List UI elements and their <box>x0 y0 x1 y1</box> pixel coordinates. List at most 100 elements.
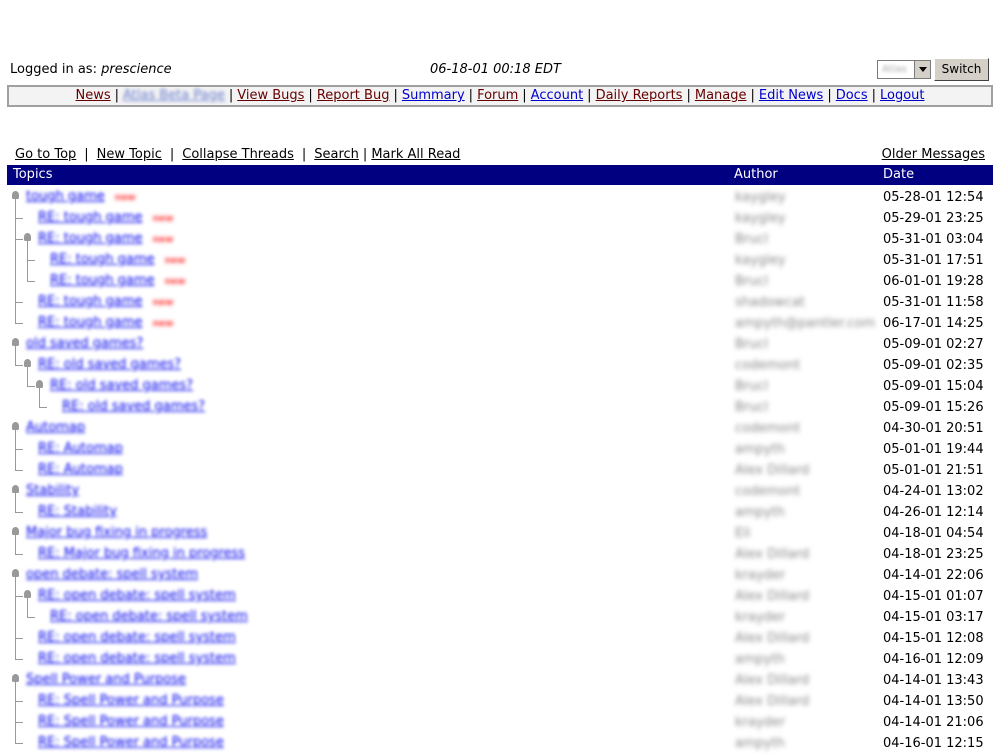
nav-link-atlas-beta-page[interactable]: Atlas Beta Page <box>123 88 225 103</box>
topic-link[interactable]: RE: tough game new <box>38 315 173 330</box>
thread-line <box>15 345 16 355</box>
topic-link[interactable]: RE: old saved games? <box>50 378 193 393</box>
topic-link[interactable]: RE: open debate: spell system <box>38 588 236 603</box>
topic-link[interactable]: RE: tough game new <box>50 252 185 267</box>
topic-link[interactable]: tough game new <box>26 189 136 204</box>
nav-link-forum[interactable]: Forum <box>477 88 518 103</box>
collapse-threads-link[interactable]: Collapse Threads <box>182 147 294 162</box>
nav-separator: | <box>686 88 691 103</box>
nav-link-view-bugs[interactable]: View Bugs <box>237 88 304 103</box>
topic-link[interactable]: RE: Automap <box>38 462 123 477</box>
author-name: kaygley <box>735 211 786 226</box>
thread-row: Major bug fixing in progress Eli 04-18-01 … <box>0 523 1004 544</box>
topic-link[interactable]: Major bug fixing in progress <box>26 525 207 540</box>
thread-line <box>15 607 16 628</box>
post-date: 05-31-01 11:58 <box>883 295 984 310</box>
topic-link[interactable]: RE: Spell Power and Purpose <box>38 714 224 729</box>
post-date: 04-14-01 21:06 <box>883 715 984 730</box>
topic-link[interactable]: Stability <box>26 483 79 498</box>
thread-line <box>15 534 16 544</box>
topic-link[interactable]: RE: tough game new <box>38 294 173 309</box>
topic-link[interactable]: RE: tough game new <box>50 273 185 288</box>
new-badge: new <box>164 277 186 287</box>
nav-link-report-bug[interactable]: Report Bug <box>317 88 390 103</box>
topic-title: RE: Automap <box>38 462 123 477</box>
author-name: ampyth <box>735 505 785 520</box>
thread-line <box>15 492 16 502</box>
topic-link[interactable]: old saved games? <box>26 336 143 351</box>
post-date: 05-01-01 21:51 <box>883 463 984 478</box>
post-date: 04-15-01 01:07 <box>883 589 984 604</box>
nav-link-logout[interactable]: Logout <box>880 88 925 103</box>
author-name: ampyth <box>735 652 785 667</box>
thread-line <box>27 597 28 607</box>
author-name: Brucl <box>735 400 769 415</box>
switch-button[interactable]: Switch <box>934 58 989 81</box>
topic-link[interactable]: RE: old saved games? <box>62 399 205 414</box>
nav-link-daily-reports[interactable]: Daily Reports <box>596 88 683 103</box>
thread-branch-line <box>15 512 23 513</box>
nav-link-summary[interactable]: Summary <box>402 88 465 103</box>
thread-row: RE: tough game new ampyth@pantler.com 06-17… <box>0 313 1004 334</box>
nav-link-manage[interactable]: Manage <box>695 88 747 103</box>
thread-row: Spell Power and Purpose Alex Dillard 04-14… <box>0 670 1004 691</box>
topic-title: Spell Power and Purpose <box>26 672 187 687</box>
topic-title: RE: tough game <box>38 315 143 330</box>
thread-branch-line <box>15 470 23 471</box>
nav-separator: | <box>750 88 755 103</box>
topic-link[interactable]: RE: Spell Power and Purpose <box>38 735 224 750</box>
project-select[interactable]: Atlas <box>877 60 931 79</box>
nav-link-account[interactable]: Account <box>531 88 584 103</box>
mark-all-read-link[interactable]: Mark All Read <box>371 147 460 162</box>
new-topic-link[interactable]: New Topic <box>97 147 162 162</box>
topic-link[interactable]: RE: old saved games? <box>38 357 181 372</box>
thread-branch-line <box>15 554 23 555</box>
thread-branch-line <box>27 260 35 261</box>
topics-column-header: Topics <box>13 167 53 182</box>
new-badge: new <box>152 214 174 224</box>
older-messages-link[interactable]: Older Messages <box>882 147 985 162</box>
topic-link[interactable]: RE: tough game new <box>38 231 173 246</box>
thread-row: open debate: spell system krayder 04-14-01… <box>0 565 1004 586</box>
new-badge: new <box>114 193 136 203</box>
thread-row: RE: tough game new shadowcat 05-31-01 11:58 <box>0 292 1004 313</box>
author-name: Alex Dillard <box>735 589 810 604</box>
author-name: Alex Dillard <box>735 463 810 478</box>
thread-line <box>39 387 40 397</box>
thread-row: RE: open debate: spell system ampyth 04-16… <box>0 649 1004 670</box>
thread-row: Automap codemont 04-30-01 20:51 <box>0 418 1004 439</box>
nav-link-news[interactable]: News <box>75 88 110 103</box>
topic-link[interactable]: RE: Stability <box>38 504 117 519</box>
nav-separator: | <box>393 88 398 103</box>
nav-link-docs[interactable]: Docs <box>836 88 868 103</box>
topic-link[interactable]: RE: open debate: spell system <box>50 609 248 624</box>
topic-title: RE: tough game <box>50 273 155 288</box>
topic-link[interactable]: RE: open debate: spell system <box>38 630 236 645</box>
thread-branch-line <box>15 659 23 660</box>
topic-link[interactable]: Spell Power and Purpose <box>26 672 186 687</box>
author-name: kaygley <box>735 190 786 205</box>
topic-link[interactable]: RE: Automap <box>38 441 123 456</box>
topic-link[interactable]: Automap <box>26 420 85 435</box>
topic-link[interactable]: open debate: spell system <box>26 567 198 582</box>
thread-row: RE: tough game new Brucl 06-01-01 19:28 <box>0 271 1004 292</box>
topic-link[interactable]: RE: tough game new <box>38 210 173 225</box>
new-badge: new <box>152 319 174 329</box>
topic-title: Major bug fixing in progress <box>26 525 208 540</box>
thread-branch-line <box>15 596 23 597</box>
author-name: Alex Dillard <box>735 694 810 709</box>
thread-row: RE: Major bug fixing in progress Alex Dil… <box>0 544 1004 565</box>
current-datetime: 06-18-01 00:18 EDT <box>430 62 561 77</box>
topic-link[interactable]: RE: open debate: spell system <box>38 651 236 666</box>
post-date: 04-24-01 13:02 <box>883 484 984 499</box>
topic-link[interactable]: RE: Spell Power and Purpose <box>38 693 224 708</box>
author-name: Brucl <box>735 232 769 247</box>
topic-title: RE: Stability <box>38 504 117 519</box>
thread-branch-line <box>15 638 23 639</box>
post-date: 05-09-01 02:27 <box>883 337 984 352</box>
chevron-down-icon[interactable] <box>914 61 930 78</box>
topic-link[interactable]: RE: Major bug fixing in progress <box>38 546 245 561</box>
go-to-top-link[interactable]: Go to Top <box>15 147 76 162</box>
nav-link-edit-news[interactable]: Edit News <box>759 88 823 103</box>
search-link[interactable]: Search <box>314 147 359 162</box>
